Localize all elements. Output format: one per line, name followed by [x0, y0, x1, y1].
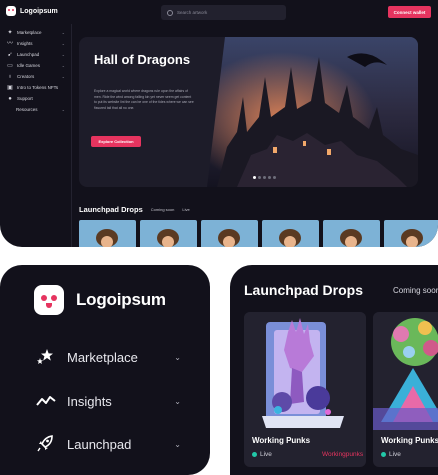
- gamepad-icon: ▭: [7, 62, 13, 69]
- sidebar-item-idle-games[interactable]: ▭ Idle Games ⌄: [0, 60, 71, 71]
- carousel-dot[interactable]: [273, 176, 276, 179]
- chevron-down-icon: ⌄: [61, 30, 65, 35]
- carousel-dot[interactable]: [268, 176, 271, 179]
- sidebar-item-insights[interactable]: 〰 Insights ⌄: [0, 38, 71, 49]
- nav-item-label: Insights: [67, 393, 112, 409]
- launchpad-title: Launchpad Drops: [79, 205, 143, 214]
- stars-icon: [37, 349, 53, 364]
- filter-live[interactable]: Live: [182, 207, 189, 212]
- brand-name: Logoipsum: [76, 290, 166, 309]
- top-bar: Logoipsum Search artwork Connect wallet: [0, 0, 438, 24]
- chevron-down-icon: ⌄: [174, 396, 181, 406]
- sidebar-item-label: Intro to Tokens NFTs: [17, 85, 59, 90]
- drop-name: Working Punks: [381, 436, 438, 445]
- launchpad-zoom-panel: Launchpad Drops Coming soon Working Punk…: [230, 265, 438, 475]
- sidebar-item-launchpad[interactable]: ➹ Launchpad ⌄: [0, 49, 71, 60]
- sidebar-item-support[interactable]: ● Support: [0, 93, 71, 104]
- drop-thumbnail[interactable]: [201, 220, 258, 247]
- chevron-down-icon: ⌄: [61, 107, 65, 112]
- drop-thumbnail[interactable]: [140, 220, 197, 247]
- status-label: Live: [389, 451, 401, 458]
- floral-head-artwork: [373, 312, 438, 430]
- rocket-icon: [37, 435, 53, 452]
- search-placeholder: Search artwork: [177, 10, 208, 15]
- drop-card[interactable]: Working Punks Live: [373, 312, 438, 467]
- sidebar-zoom-panel: Logoipsum Marketplace ⌄ Insights ⌄ Launc…: [0, 265, 210, 475]
- sidebar-item-label: Resources: [16, 107, 38, 112]
- nav-item-marketplace[interactable]: Marketplace ⌄: [36, 348, 181, 366]
- brand-logo-large[interactable]: Logoipsum: [34, 285, 166, 315]
- chevron-down-icon: ⌄: [61, 63, 65, 68]
- carousel-dots: [253, 176, 276, 179]
- avatar-artwork: [218, 229, 240, 247]
- chevron-down-icon: ⌄: [61, 52, 65, 57]
- search-input[interactable]: Search artwork: [161, 5, 286, 20]
- filter-coming-soon[interactable]: Coming soon: [393, 286, 438, 295]
- carousel-dot[interactable]: [253, 176, 256, 179]
- chevron-down-icon: ⌄: [61, 74, 65, 79]
- chart-icon: [36, 396, 56, 406]
- hero-castle-artwork: [207, 37, 418, 187]
- status-badge: Live: [381, 451, 401, 458]
- hero-title: Hall of Dragons: [94, 52, 191, 67]
- chart-icon: 〰: [7, 40, 14, 47]
- nav-item-insights[interactable]: Insights ⌄: [36, 392, 181, 410]
- hero-description: Explore a magical world where dragons ru…: [94, 89, 194, 110]
- sidebar-item-label: Launchpad: [17, 52, 40, 57]
- avatar-artwork: [401, 229, 423, 247]
- avatar-artwork: [340, 229, 362, 247]
- drop-thumbnail[interactable]: [262, 220, 319, 247]
- avatar-artwork: [279, 229, 301, 247]
- nav-item-launchpad[interactable]: Launchpad ⌄: [36, 435, 181, 453]
- avatar-artwork: [96, 229, 118, 247]
- sidebar-item-label: Support: [17, 96, 33, 101]
- chevron-down-icon: ⌄: [174, 352, 181, 362]
- sidebar-item-label: Creators: [17, 74, 35, 79]
- sidebar-item-intro[interactable]: ▣ Intro to Tokens NFTs: [0, 82, 71, 93]
- hero-banner: Hall of Dragons Explore a magical world …: [79, 37, 418, 187]
- stars-icon: ✦: [7, 29, 13, 36]
- rocket-icon: ➹: [7, 51, 13, 58]
- app-overview: Logoipsum Search artwork Connect wallet …: [0, 0, 438, 247]
- launchpad-header: Launchpad Drops Coming soon Live: [79, 205, 190, 214]
- support-icon: ●: [8, 95, 12, 102]
- carousel-dot[interactable]: [263, 176, 266, 179]
- search-icon: [167, 9, 173, 16]
- creator-link[interactable]: Workingpunks: [322, 451, 363, 458]
- drop-card[interactable]: Working Punks Live Workingpunks: [244, 312, 366, 467]
- carousel-dot[interactable]: [258, 176, 261, 179]
- brand-name: Logoipsum: [20, 7, 58, 15]
- launchpad-thumbnails: [79, 220, 438, 247]
- sidebar-item-label: Insights: [17, 41, 33, 46]
- info-icon: ▣: [7, 84, 13, 91]
- bulb-icon: ♁: [7, 73, 13, 80]
- live-dot-icon: [381, 452, 386, 457]
- sidebar-item-marketplace[interactable]: ✦ Marketplace ⌄: [0, 27, 71, 38]
- nav-item-label: Launchpad: [67, 436, 132, 452]
- logo-mark-icon: [6, 6, 16, 16]
- brand-logo[interactable]: Logoipsum: [6, 6, 58, 16]
- drop-thumbnail[interactable]: [384, 220, 438, 247]
- explore-collection-button[interactable]: Explore Collection: [91, 136, 141, 147]
- chevron-down-icon: ⌄: [61, 41, 65, 46]
- live-dot-icon: [252, 452, 257, 457]
- nav-item-label: Marketplace: [67, 349, 138, 365]
- status-label: Live: [260, 451, 272, 458]
- drop-name: Working Punks: [252, 436, 311, 445]
- connect-wallet-button[interactable]: Connect wallet: [388, 6, 431, 18]
- logo-mark-icon: [34, 285, 64, 315]
- filter-coming-soon[interactable]: Coming soon: [151, 207, 175, 212]
- sidebar-item-creators[interactable]: ♁ Creators ⌄: [0, 71, 71, 82]
- chevron-down-icon: ⌄: [174, 439, 181, 449]
- sidebar-item-resources[interactable]: Resources ⌄: [0, 104, 71, 115]
- sidebar: ✦ Marketplace ⌄ 〰 Insights ⌄ ➹ Launchpad…: [0, 24, 72, 247]
- launchpad-title: Launchpad Drops: [244, 282, 364, 298]
- avatar-artwork: [157, 229, 179, 247]
- drop-thumbnail[interactable]: [323, 220, 380, 247]
- drop-thumbnail[interactable]: [79, 220, 136, 247]
- sidebar-item-label: Idle Games: [17, 63, 41, 68]
- status-badge: Live: [252, 451, 272, 458]
- hand-sculpture-artwork: [244, 312, 366, 430]
- sidebar-item-label: Marketplace: [17, 30, 42, 35]
